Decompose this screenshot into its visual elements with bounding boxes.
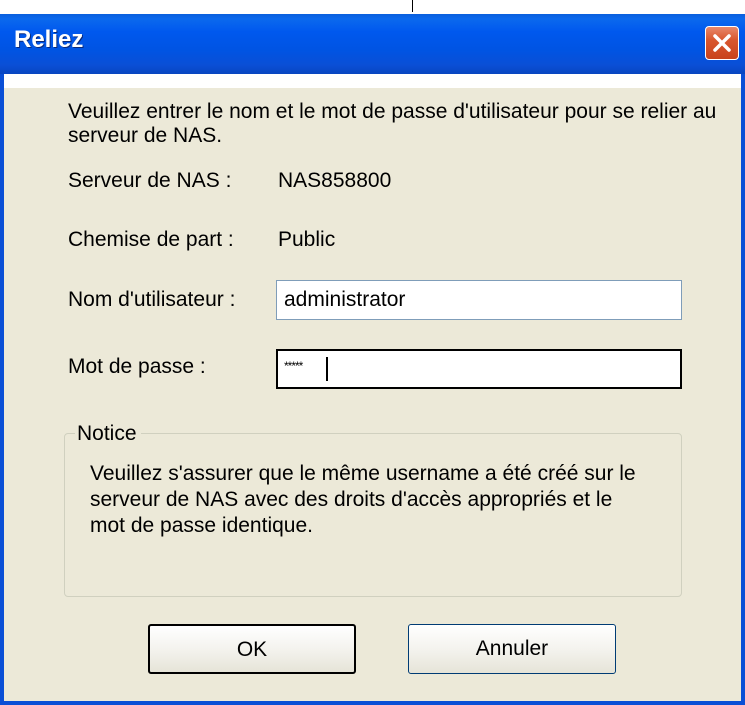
window-frame-right — [741, 74, 745, 705]
password-label: Mot de passe : — [68, 355, 206, 378]
password-mask: ***** — [284, 359, 303, 373]
share-label: Chemise de part : — [68, 228, 234, 251]
title-bar: Reliez — [0, 0, 745, 88]
ok-button[interactable]: OK — [148, 624, 356, 674]
title-bar-background — [0, 14, 745, 74]
server-value: NAS858800 — [278, 169, 392, 192]
close-x-icon — [713, 34, 731, 52]
share-value: Public — [278, 228, 336, 251]
password-input[interactable]: ***** — [276, 349, 682, 389]
username-input[interactable] — [276, 280, 682, 320]
close-button[interactable] — [705, 26, 739, 60]
text-caret — [326, 357, 328, 381]
notice-text: Veuillez s'assurer que le même username … — [90, 462, 636, 537]
window-frame-left — [0, 74, 4, 705]
cancel-button[interactable]: Annuler — [408, 624, 616, 674]
username-label: Nom d'utilisateur : — [68, 288, 236, 311]
login-dialog: Reliez Veuillez entrer le nom et le mot … — [0, 0, 745, 705]
intro-text: Veuillez entrer le nom et le mot de pass… — [68, 100, 717, 147]
server-label: Serveur de NAS : — [68, 169, 232, 192]
window-frame-bottom — [0, 701, 745, 705]
window-title: Reliez — [14, 26, 84, 53]
notice-title: Notice — [75, 423, 141, 445]
divider — [412, 0, 413, 12]
